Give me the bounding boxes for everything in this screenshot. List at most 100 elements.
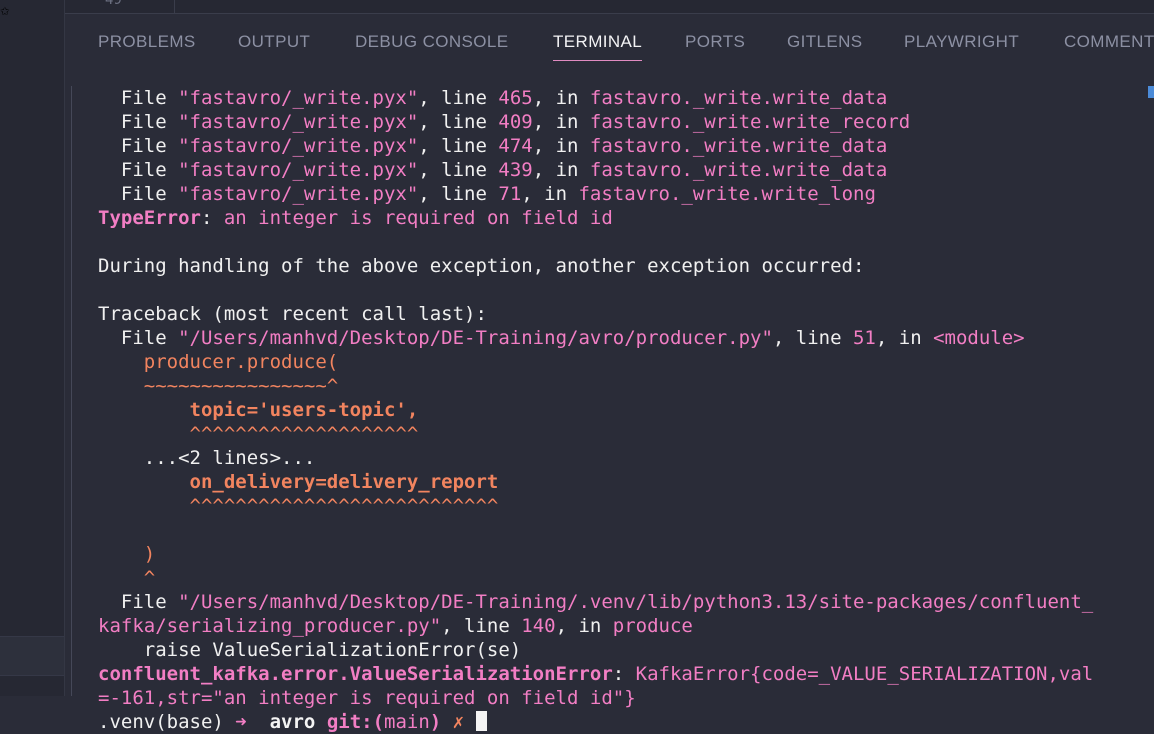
terminal-border [71,86,72,696]
terminal-output[interactable]: File "fastavro/_write.pyx", line 465, in… [98,86,1148,734]
tab-terminal[interactable]: TERMINAL [553,32,643,61]
terminal-text: ) [98,543,156,565]
terminal-text: , line [418,159,499,181]
terminal-text: , in [555,615,613,637]
terminal-line: File "/Users/manhvd/Desktop/DE-Training/… [98,590,1148,614]
terminal-line: producer.produce( [98,350,1148,374]
tab-output[interactable]: OUTPUT [238,32,310,52]
terminal-text: git:( [326,711,385,733]
terminal-line: ~~~~~~~~~~~~~~~~^ [98,374,1148,398]
terminal-text: ^^^^^^^^^^^^^^^^^^^^^^^^^^^ [98,495,499,517]
terminal-line: File "fastavro/_write.pyx", line 474, in… [98,134,1148,158]
terminal-text: ^^^^^^^^^^^^^^^^^^^^ [98,423,419,445]
terminal-text: .venv(base) [98,711,236,733]
tab-playwright[interactable]: PLAYWRIGHT [904,32,1019,52]
terminal-text: raise ValueSerializationError(se) [98,639,522,661]
terminal-text: ^ [98,567,156,589]
active-tab-underline [553,60,643,61]
terminal-text: <module> [933,327,1025,349]
terminal-text: "fastavro/_write.pyx" [178,87,419,109]
terminal-text: an integer is required on field id [223,207,613,229]
terminal-text: , in [532,159,590,181]
terminal-text: , line [772,327,853,349]
terminal-line: kafka/serializing_producer.py", line 140… [98,614,1148,638]
terminal-line: ...<2 lines>... [98,446,1148,470]
terminal-text: on_delivery=delivery_report [98,471,499,493]
activity-sidebar [0,0,65,696]
star-icon[interactable]: ✩ [0,0,10,19]
terminal-line: Traceback (most recent call last): [98,302,1148,326]
bottom-panel: PROBLEMS OUTPUT DEBUG CONSOLE TERMINAL P… [65,14,1154,733]
terminal-text: During handling of the above exception, … [98,255,865,277]
tab-terminal-label: TERMINAL [553,32,643,51]
sidebar-highlight-row[interactable] [0,636,64,676]
terminal-text: File [98,327,179,349]
terminal-text: "/Users/manhvd/Desktop/DE-Training/avro/… [178,327,773,349]
terminal-text: ✗ [452,711,476,733]
terminal-line: File "fastavro/_write.pyx", line 71, in … [98,182,1148,206]
terminal-text: ) [429,711,453,733]
terminal-text: , in [521,183,579,205]
terminal-text: ~~~~~~~~~~~~~~~~^ [98,375,339,397]
terminal-text: File [98,591,179,613]
terminal-line: ^^^^^^^^^^^^^^^^^^^^^^^^^^^ [98,494,1148,518]
terminal-text: Traceback (most recent call last): [98,303,487,325]
terminal-text: : [612,663,636,685]
terminal-text: File [98,135,179,157]
terminal-text: ➜ [235,711,259,733]
terminal-text: =-161,str="an integer is required on fie… [98,687,636,709]
terminal-text: , line [418,111,499,133]
terminal-text: , line [441,615,522,637]
tab-comments[interactable]: COMMENTS [1064,32,1154,52]
terminal-text: "fastavro/_write.pyx" [178,111,419,133]
editor-area: 49 [65,0,1154,14]
terminal-text: , line [418,135,499,157]
terminal-cursor [475,711,487,731]
terminal-text: fastavro._write.write_data [589,87,888,109]
terminal-text: topic='users-topic', [98,399,419,421]
tab-debug-console[interactable]: DEBUG CONSOLE [355,32,509,52]
tab-problems[interactable]: PROBLEMS [98,32,196,52]
terminal-text: 439 [498,159,533,181]
terminal-text: fastavro._write.write_long [578,183,876,205]
terminal-line: File "/Users/manhvd/Desktop/DE-Training/… [98,326,1148,350]
tab-ports[interactable]: PORTS [685,32,745,52]
terminal-line: confluent_kafka.error.ValueSerialization… [98,662,1148,686]
terminal-text: File [98,159,179,181]
terminal-text: 409 [498,111,533,133]
terminal-text: produce [612,615,693,637]
terminal-text: , in [532,111,590,133]
terminal-text: main [384,711,430,733]
terminal-line: ^ [98,566,1148,590]
terminal-text: "fastavro/_write.pyx" [178,183,419,205]
terminal-text: , in [532,135,590,157]
terminal-text: , in [875,327,934,349]
terminal-line: During handling of the above exception, … [98,254,1148,278]
terminal-text: File [98,183,179,205]
terminal-text: , in [532,87,590,109]
terminal-line: File "fastavro/_write.pyx", line 439, in… [98,158,1148,182]
terminal-text: fastavro._write.write_record [589,111,911,133]
terminal-text: TypeError [98,207,201,229]
terminal-line: ^^^^^^^^^^^^^^^^^^^^ [98,422,1148,446]
terminal-scrollbar[interactable] [1148,86,1154,98]
tab-gitlens[interactable]: GITLENS [787,32,863,52]
editor-line-number: 49 [105,0,122,8]
terminal-text: kafka/serializing_producer.py" [98,615,442,637]
terminal-line: ) [98,542,1148,566]
terminal-text: , line [418,183,499,205]
terminal-text: "fastavro/_write.pyx" [178,159,419,181]
terminal-text: 140 [521,615,556,637]
terminal-text: File [98,87,179,109]
terminal-text: producer.produce( [98,351,339,373]
terminal-text: , line [418,87,499,109]
terminal-line: File "fastavro/_write.pyx", line 409, in… [98,110,1148,134]
terminal-text: File [98,111,179,133]
panel-tabs: PROBLEMS OUTPUT DEBUG CONSOLE TERMINAL P… [65,14,1154,72]
terminal-text: avro [258,711,327,733]
editor-gutter-divider [174,0,175,13]
terminal-line: File "fastavro/_write.pyx", line 465, in… [98,86,1148,110]
terminal-text: 71 [498,183,522,205]
